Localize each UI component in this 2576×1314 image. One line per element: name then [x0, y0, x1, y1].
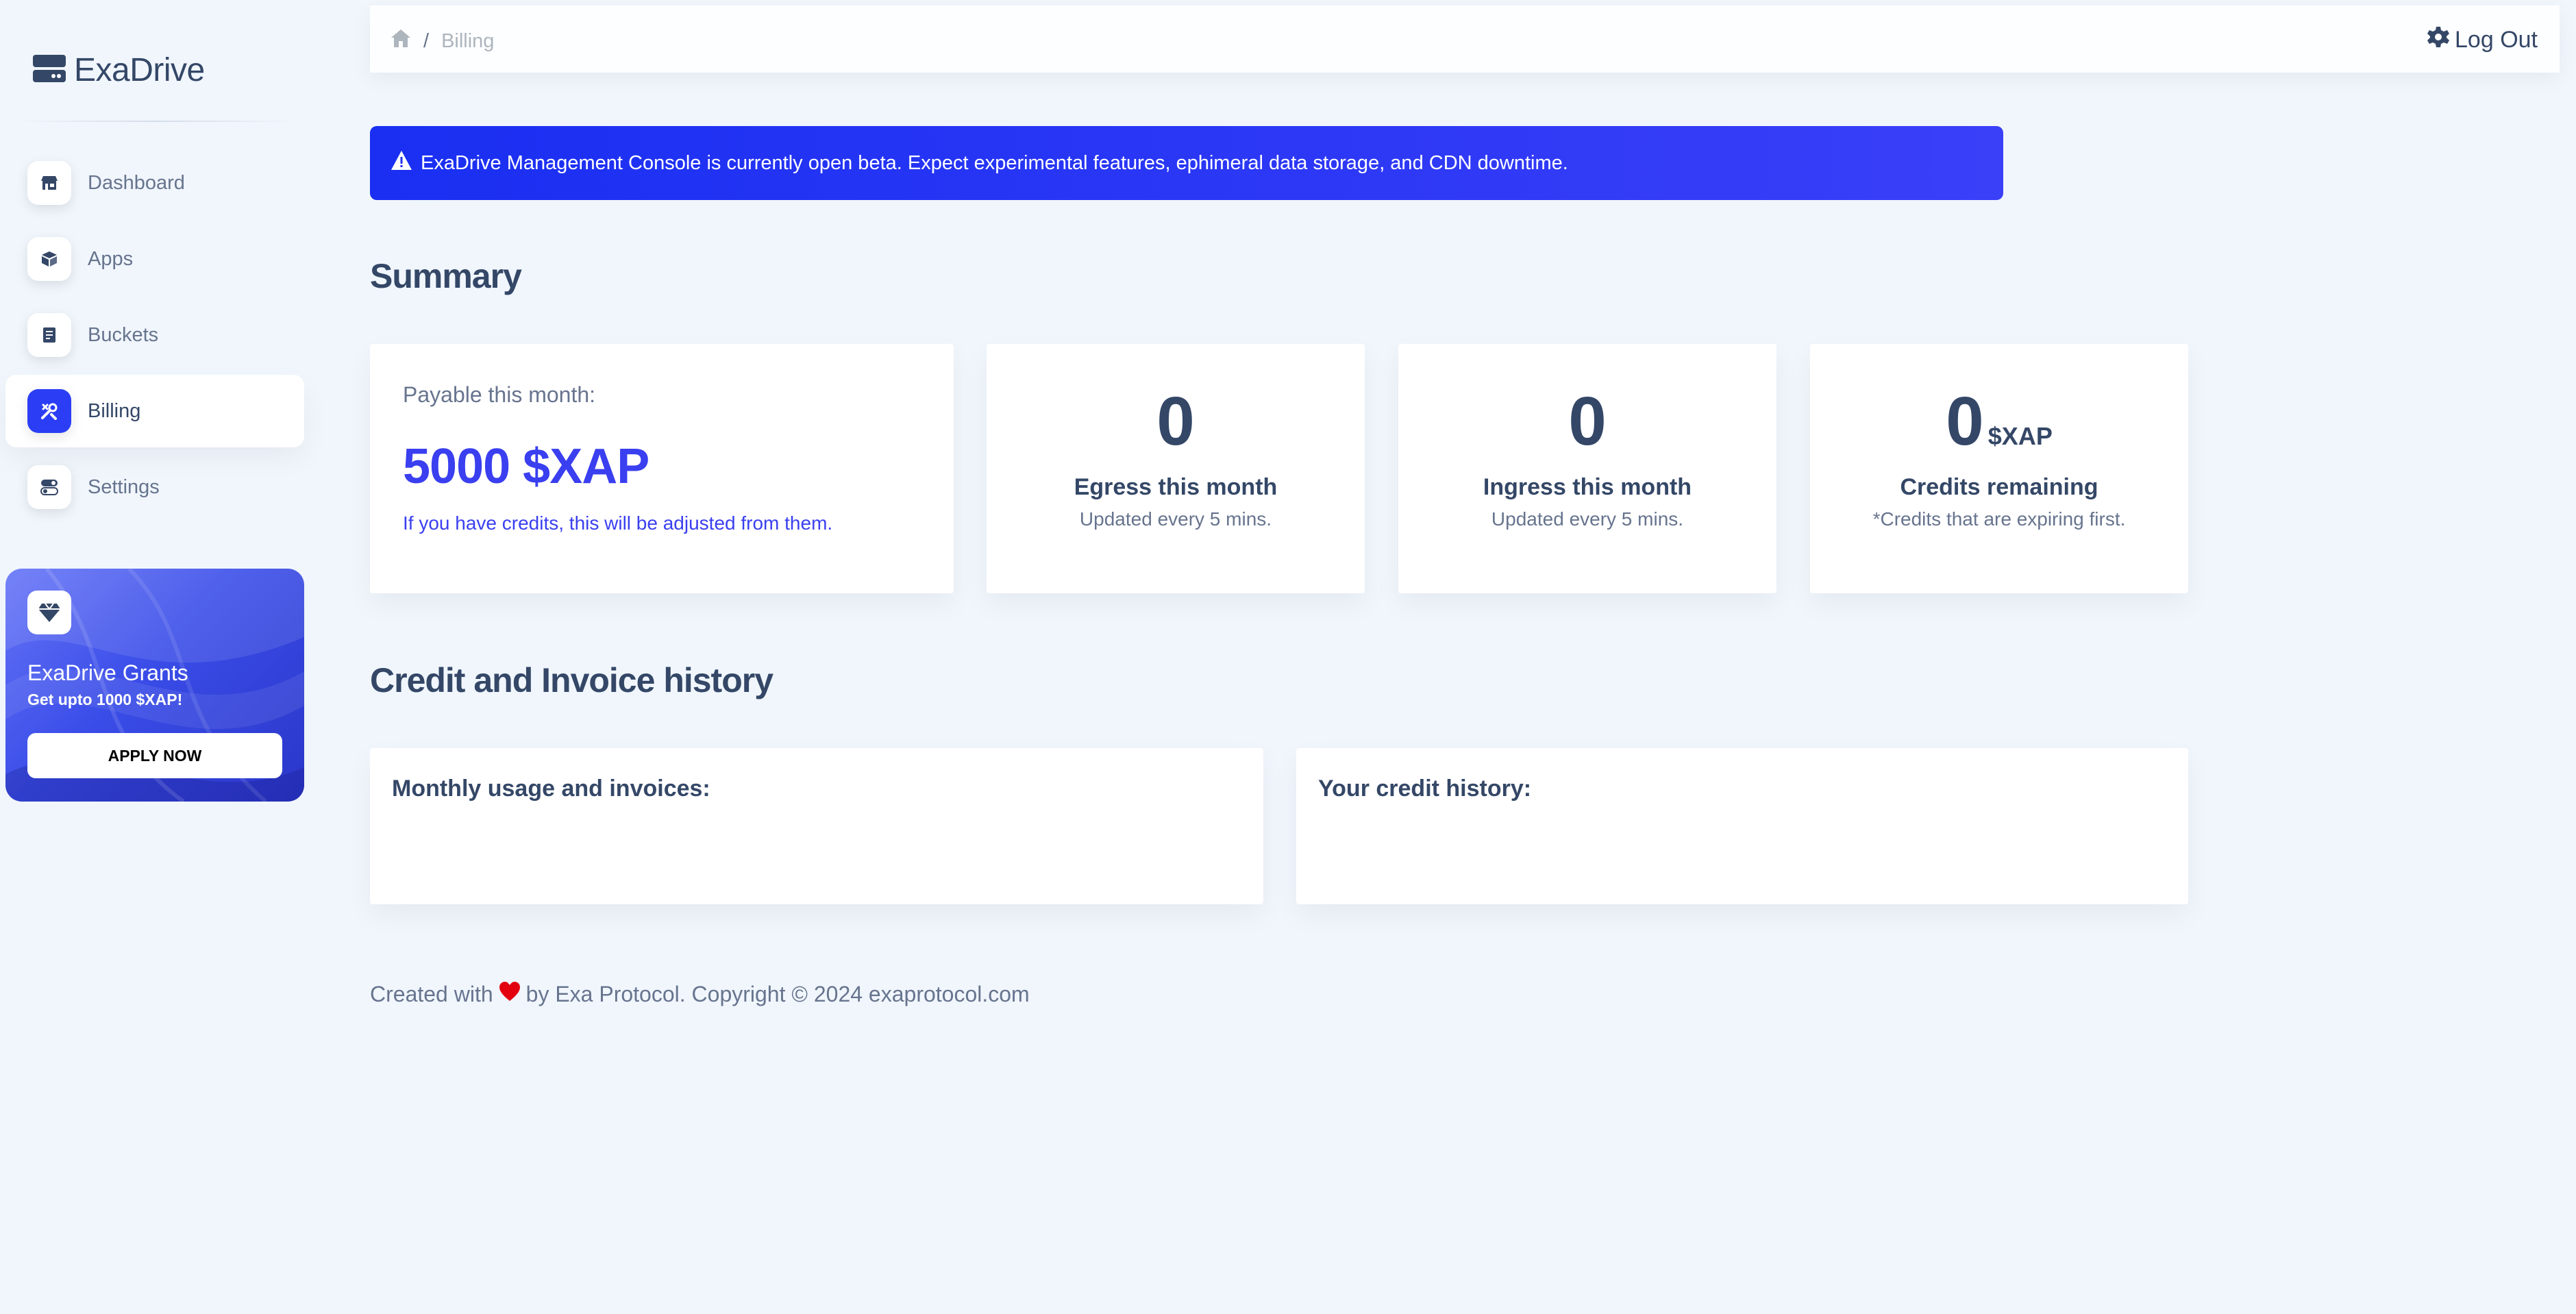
- ingress-card: 0 Ingress this month Updated every 5 min…: [1398, 344, 1776, 593]
- heart-icon: [499, 981, 521, 1007]
- breadcrumb: / Billing: [391, 29, 494, 53]
- sidebar-item-dashboard[interactable]: Dashboard: [5, 147, 304, 219]
- sidebar-item-label: Apps: [88, 247, 134, 270]
- payable-value: 5000 $XAP: [403, 439, 649, 494]
- egress-card: 0 Egress this month Updated every 5 mins…: [987, 344, 1365, 593]
- toggle-icon: [27, 465, 71, 509]
- grants-subtitle: Get upto 1000 $XAP!: [27, 691, 183, 708]
- monthly-usage-title: Monthly usage and invoices:: [392, 776, 710, 802]
- grants-card: ExaDrive Grants Get upto 1000 $XAP! APPL…: [5, 569, 304, 802]
- sidebar-divider: [14, 121, 299, 122]
- alert-text: ExaDrive Management Console is currently…: [421, 151, 1568, 174]
- footer-text-after: by Exa Protocol. Copyright © 2024 exapro…: [525, 981, 1030, 1006]
- history-title: Credit and Invoice history: [370, 661, 773, 699]
- sidebar-item-buckets[interactable]: Buckets: [5, 299, 304, 371]
- logout-button[interactable]: Log Out: [2427, 26, 2538, 54]
- logout-label: Log Out: [2455, 27, 2538, 53]
- credit-history-title: Your credit history:: [1318, 776, 1532, 802]
- gear-icon: [2427, 26, 2450, 54]
- egress-subtitle: Updated every 5 mins.: [1079, 508, 1272, 530]
- sidebar-item-label: Dashboard: [88, 171, 185, 194]
- home-icon[interactable]: [391, 29, 411, 53]
- ingress-subtitle: Updated every 5 mins.: [1491, 508, 1684, 530]
- diamond-icon: [27, 591, 71, 634]
- ingress-value: 0: [1568, 383, 1607, 460]
- tools-icon: [27, 389, 71, 433]
- footer-text-before: Created with: [370, 981, 493, 1006]
- beta-alert: ExaDrive Management Console is currently…: [370, 126, 2003, 200]
- sidebar-item-settings[interactable]: Settings: [5, 451, 304, 523]
- sidebar-nav: Dashboard Apps Buckets Billing Settings: [5, 147, 304, 527]
- sidebar-item-label: Settings: [88, 475, 160, 498]
- payable-note: If you have credits, this will be adjust…: [403, 512, 833, 534]
- sidebar: ExaDrive Dashboard Apps Buckets Billing …: [0, 0, 312, 1314]
- egress-value: 0: [1156, 383, 1195, 460]
- brand-name: ExaDrive: [74, 51, 205, 88]
- grants-title: ExaDrive Grants: [27, 660, 188, 685]
- payable-card: Payable this month: 5000 $XAP If you hav…: [370, 344, 954, 593]
- footer: Created with by Exa Protocol. Copyright …: [370, 981, 1030, 1007]
- brand[interactable]: ExaDrive: [33, 49, 205, 90]
- warning-icon: [391, 150, 412, 176]
- apply-now-button[interactable]: APPLY NOW: [27, 733, 282, 778]
- breadcrumb-current: Billing: [441, 29, 495, 52]
- box-icon: [27, 237, 71, 281]
- sidebar-item-apps[interactable]: Apps: [5, 223, 304, 295]
- credits-subtitle: *Credits that are expiring first.: [1872, 508, 2126, 530]
- ingress-title: Ingress this month: [1483, 474, 1692, 500]
- credits-unit: $XAP: [1987, 422, 2053, 450]
- drive-icon: [33, 53, 66, 87]
- sidebar-item-billing[interactable]: Billing: [5, 375, 304, 447]
- breadcrumb-separator: /: [423, 29, 430, 52]
- sidebar-item-label: Billing: [88, 399, 141, 422]
- credits-value: 0: [1946, 383, 1984, 460]
- payable-label: Payable this month:: [403, 382, 596, 407]
- document-icon: [27, 313, 71, 357]
- egress-title: Egress this month: [1074, 474, 1278, 500]
- top-navbar: / Billing Log Out: [370, 5, 2560, 73]
- credit-history-card: Your credit history:: [1296, 748, 2188, 904]
- credits-title: Credits remaining: [1900, 474, 2098, 500]
- credits-card: 0 $XAP Credits remaining *Credits that ar…: [1810, 344, 2188, 593]
- shop-icon: [27, 161, 71, 205]
- monthly-usage-card: Monthly usage and invoices:: [370, 748, 1263, 904]
- credits-value-row: 0 $XAP: [1810, 382, 2188, 461]
- sidebar-item-label: Buckets: [88, 323, 159, 346]
- summary-title: Summary: [370, 257, 522, 295]
